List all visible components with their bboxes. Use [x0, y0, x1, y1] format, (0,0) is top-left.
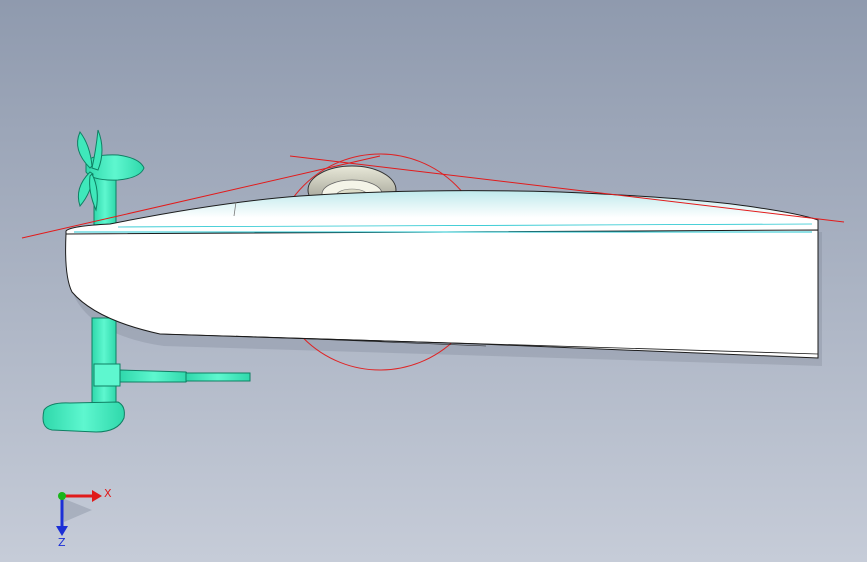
x-axis-label: X [104, 487, 112, 500]
y-axis-dot [58, 492, 66, 500]
hull-part[interactable] [65, 190, 819, 359]
z-axis-label: Z [58, 536, 66, 549]
model-view[interactable]: X Z [0, 0, 867, 562]
cad-graphics-area[interactable]: X Z [0, 0, 867, 562]
